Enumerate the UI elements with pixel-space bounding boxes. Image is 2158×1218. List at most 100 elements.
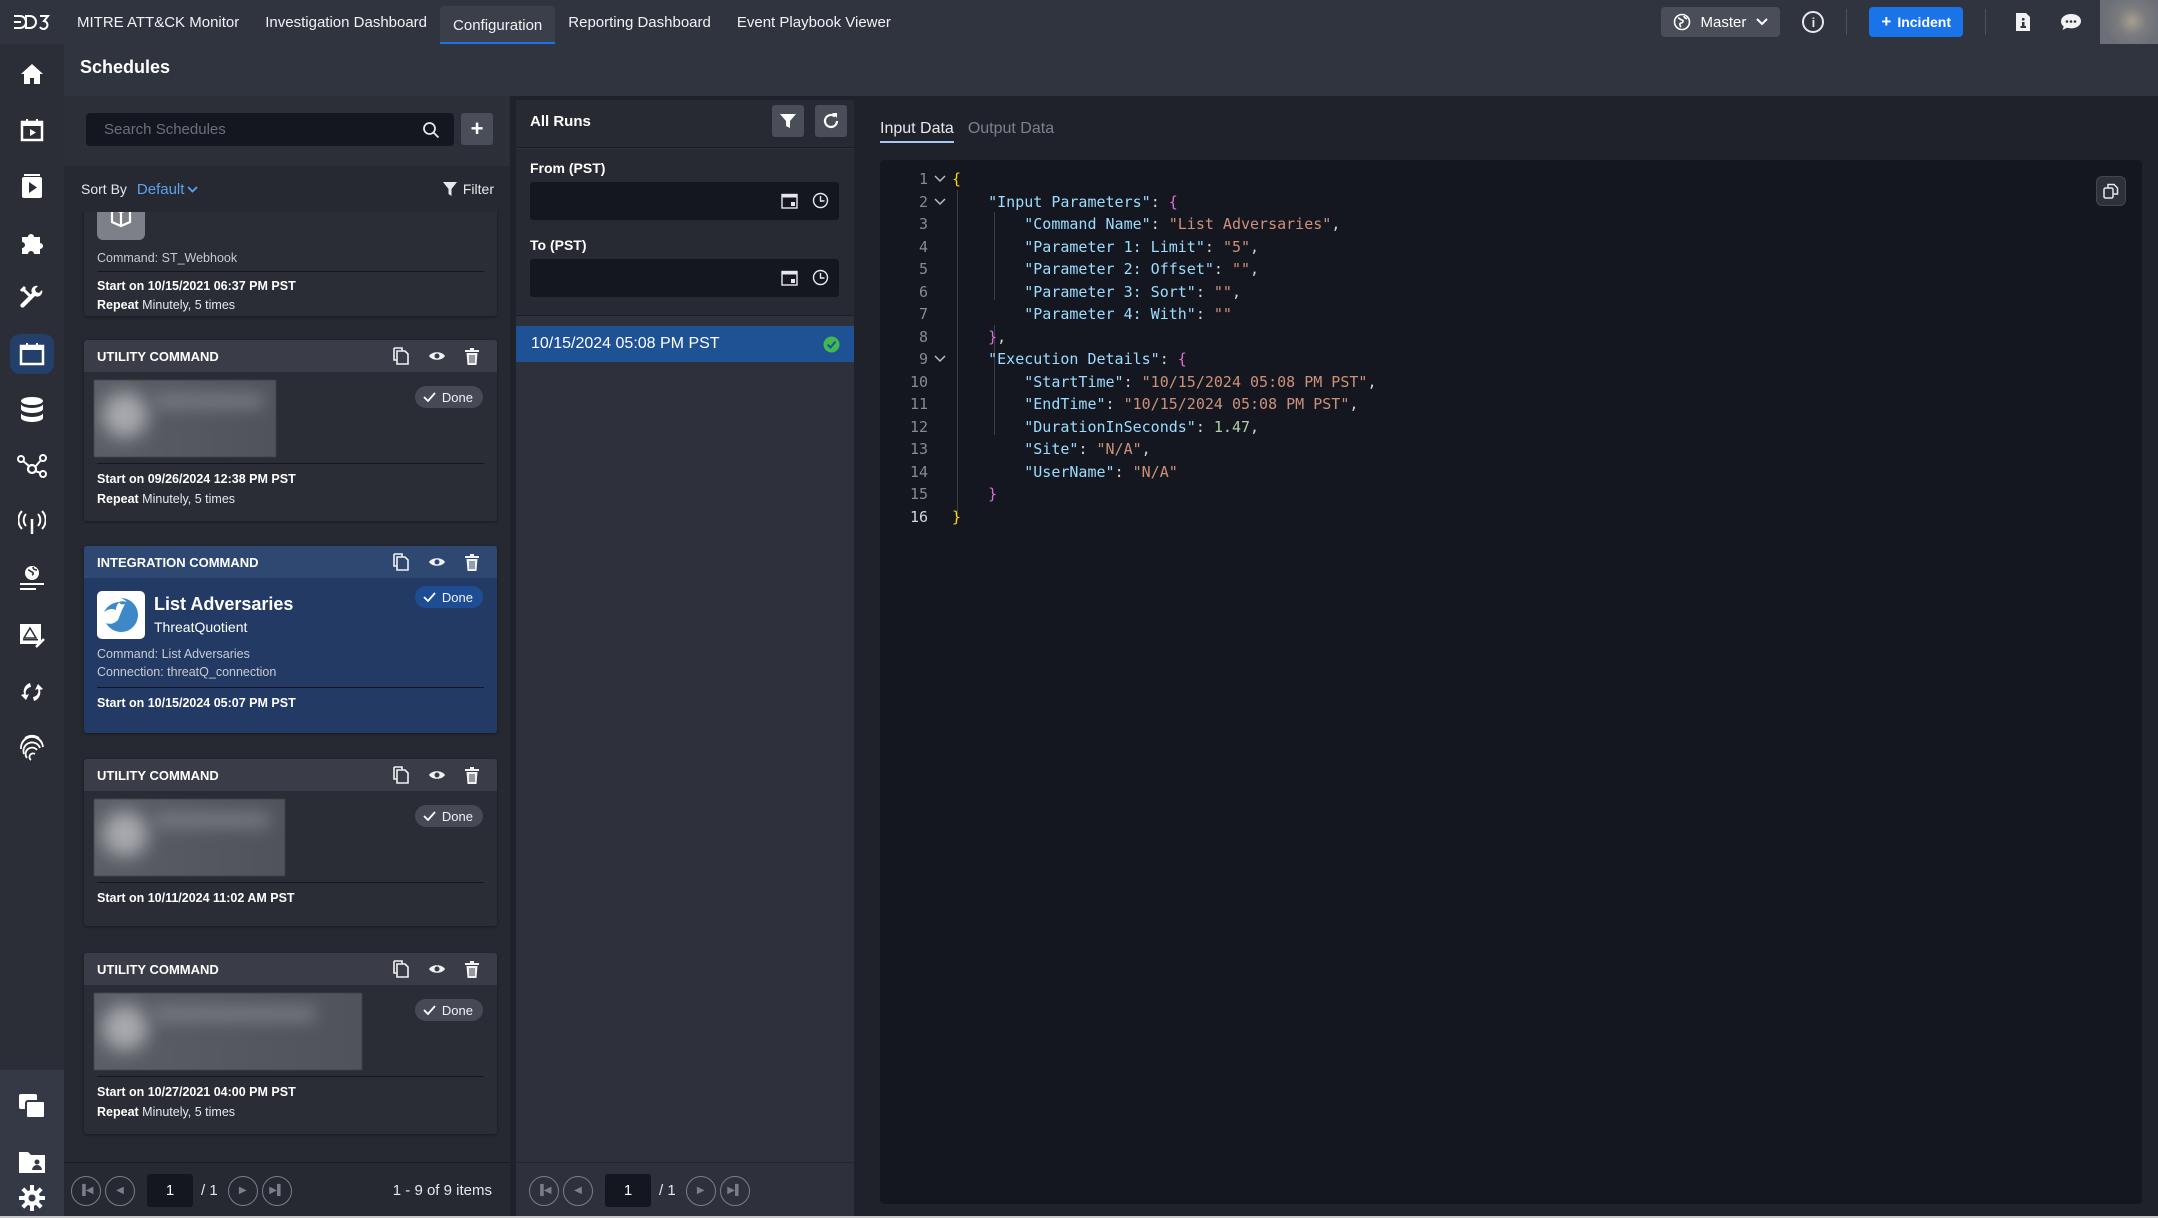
- fingerprint-icon[interactable]: [14, 730, 50, 766]
- tab-input-data[interactable]: Input Data: [880, 120, 954, 143]
- new-incident-button[interactable]: + Incident: [1869, 7, 1963, 37]
- copy-icon[interactable]: [393, 960, 409, 978]
- filter-runs-button[interactable]: [772, 105, 804, 137]
- schedule-card[interactable]: UTILITY COMMAND Done Start on 09/26/2024…: [84, 340, 497, 521]
- tab-reporting-dashboard[interactable]: Reporting Dashboard: [555, 0, 724, 44]
- last-page-button[interactable]: ▶▌: [719, 1175, 750, 1206]
- last-page-button[interactable]: ▶▌: [261, 1175, 292, 1206]
- fold-chevron-icon[interactable]: [928, 197, 952, 206]
- tab-output-data[interactable]: Output Data: [968, 120, 1054, 143]
- network-icon[interactable]: [14, 448, 50, 484]
- tools-icon[interactable]: [14, 280, 50, 316]
- filter-icon: [780, 114, 796, 128]
- refresh-button[interactable]: [815, 105, 847, 137]
- document-info-icon[interactable]: [2012, 11, 2034, 33]
- delete-icon[interactable]: [465, 553, 479, 571]
- tab-investigation-dashboard[interactable]: Investigation Dashboard: [252, 0, 440, 44]
- status-badge: Done: [414, 386, 483, 408]
- view-icon[interactable]: [428, 350, 446, 362]
- alert-edit-icon[interactable]: [14, 618, 50, 654]
- schedules-pager: ▐◀ ◀ 1 / 1 ▶ ▶▌ 1 - 9 of 9 items: [64, 1162, 510, 1218]
- calendar-icon[interactable]: [10, 334, 54, 374]
- filter-button[interactable]: Filter: [442, 181, 494, 197]
- line-number: 12: [909, 417, 928, 436]
- schedule-card-selected[interactable]: INTEGRATION COMMAND List Adversaries Thr…: [84, 546, 497, 733]
- search-field[interactable]: [86, 113, 454, 146]
- schedule-card[interactable]: – Command: ST_Webhook Start on 10/15/202…: [84, 212, 497, 316]
- home-icon[interactable]: [14, 56, 50, 92]
- to-date-input[interactable]: [530, 259, 839, 297]
- copy-icon[interactable]: [393, 347, 409, 365]
- code-line: 4 "Parameter 1: Limit": "5",: [880, 236, 2142, 258]
- runs-panel: All Runs From (PST) To (PST) 10/15/2024 …: [516, 100, 854, 1218]
- copy-json-button[interactable]: [2096, 176, 2126, 206]
- copy-icon[interactable]: [393, 553, 409, 571]
- next-page-button[interactable]: ▶: [685, 1175, 716, 1206]
- gear-icon[interactable]: [14, 1180, 50, 1216]
- delete-icon[interactable]: [465, 960, 479, 978]
- first-page-button[interactable]: ▐◀: [71, 1175, 101, 1206]
- clock-icon[interactable]: [812, 269, 829, 286]
- view-icon[interactable]: [428, 769, 446, 781]
- run-list-item-selected[interactable]: 10/15/2024 05:08 PM PST: [516, 326, 854, 362]
- add-schedule-button[interactable]: +: [461, 113, 493, 145]
- command-type: UTILITY COMMAND: [97, 348, 219, 364]
- sort-dropdown[interactable]: Default: [137, 181, 199, 198]
- playbook-icon[interactable]: [14, 168, 50, 204]
- line-number: 16: [909, 507, 928, 526]
- fold-chevron-icon[interactable]: [928, 175, 952, 183]
- from-date-input[interactable]: [530, 182, 839, 220]
- calendar-icon[interactable]: [781, 269, 798, 286]
- sort-label: Sort By: [81, 181, 127, 197]
- copy-icon[interactable]: [393, 766, 409, 784]
- repeat-text: Repeat Minutely, 5 times: [97, 298, 235, 312]
- clock-icon[interactable]: [812, 192, 829, 209]
- first-page-button[interactable]: ▐◀: [529, 1175, 559, 1206]
- card-header: UTILITY COMMAND: [84, 759, 497, 791]
- prev-page-button[interactable]: ◀: [105, 1175, 135, 1206]
- next-page-button[interactable]: ▶: [227, 1175, 258, 1206]
- fold-chevron-icon[interactable]: [928, 355, 952, 363]
- delete-icon[interactable]: [465, 766, 479, 784]
- antenna-icon[interactable]: [14, 504, 50, 540]
- search-icon[interactable]: [422, 121, 440, 144]
- start-time: Start on 10/27/2021 04:00 PM PST: [97, 1085, 296, 1099]
- schedule-card[interactable]: UTILITY COMMAND Done Start on 10/27/2021…: [84, 953, 497, 1134]
- success-check-icon: [823, 336, 840, 353]
- status-badge: Done: [414, 805, 483, 827]
- delete-icon[interactable]: [465, 347, 479, 365]
- view-icon[interactable]: [428, 963, 446, 975]
- calendar-icon[interactable]: [781, 192, 798, 209]
- json-viewer[interactable]: 1{2 "Input Parameters": {3 "Command Name…: [880, 160, 2142, 1204]
- sidebar-bottom-group: [0, 1070, 64, 1218]
- code-text: "Parameter 2: Offset": "",: [1024, 260, 1260, 278]
- user-folder-icon[interactable]: [14, 1144, 50, 1180]
- calendar-play-icon[interactable]: [14, 112, 50, 148]
- repeat-label: Repeat: [97, 298, 139, 312]
- site-selector[interactable]: Master: [1660, 7, 1781, 37]
- database-icon[interactable]: [14, 392, 50, 428]
- info-icon[interactable]: i: [1802, 11, 1825, 33]
- chat-icon[interactable]: [2060, 11, 2082, 33]
- command-type: UTILITY COMMAND: [97, 961, 219, 977]
- tab-event-playbook-viewer[interactable]: Event Playbook Viewer: [724, 0, 904, 44]
- tab-mitre-attack-monitor[interactable]: MITRE ATT&CK Monitor: [64, 0, 252, 44]
- view-icon[interactable]: [428, 556, 446, 568]
- windows-icon[interactable]: [14, 1088, 50, 1124]
- prev-page-button[interactable]: ◀: [563, 1175, 593, 1206]
- d3-logo[interactable]: [0, 0, 64, 44]
- command-text: Command: List Adversaries: [97, 647, 250, 661]
- repeat-label: Repeat: [97, 1105, 139, 1119]
- page-number-input[interactable]: 1: [147, 1174, 193, 1207]
- user-avatar[interactable]: [2100, 0, 2158, 47]
- puzzle-icon[interactable]: [14, 224, 50, 260]
- schedule-card[interactable]: UTILITY COMMAND Done Start on 10/11/2024…: [84, 759, 497, 926]
- schedule-name: List Adversaries: [154, 594, 294, 614]
- tab-configuration[interactable]: Configuration: [440, 6, 556, 45]
- sync-icon[interactable]: [14, 674, 50, 710]
- code-line: 16}: [880, 506, 2142, 528]
- globe-desk-icon[interactable]: [14, 560, 50, 596]
- search-input[interactable]: [104, 121, 404, 138]
- code-text: "Command Name": "List Adversaries",: [1024, 215, 1341, 233]
- page-number-input[interactable]: 1: [605, 1174, 651, 1207]
